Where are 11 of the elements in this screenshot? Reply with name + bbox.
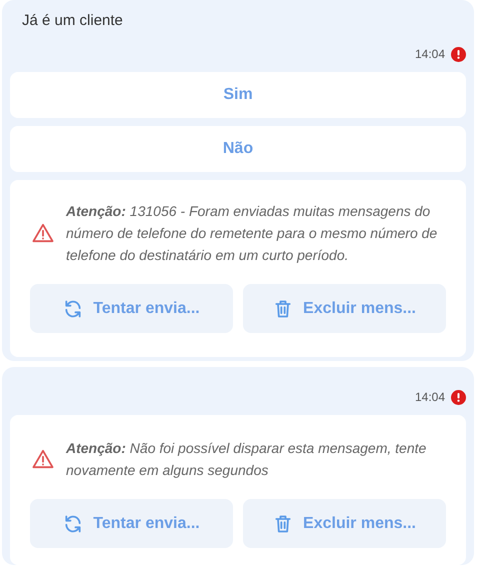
retry-button[interactable]: Tentar envia... — [30, 499, 233, 548]
message-time: 14:04 — [414, 46, 445, 63]
message-time: 14:04 — [414, 389, 445, 406]
option-button[interactable]: Sim — [10, 72, 466, 118]
alert-message: Atenção: Não foi possível disparar esta mensagem, tente novamente em alguns segundos — [66, 439, 428, 480]
delete-button[interactable]: Excluir mens... — [243, 284, 446, 333]
option-button[interactable]: Não — [10, 126, 466, 172]
delete-button[interactable]: Excluir mens... — [243, 499, 446, 548]
alert-message: Atenção: 131056 - Foram enviadas muitas mensagens do número de telefone do remetente para o mesmo número de telefone do destinatário em um curto período. — [66, 202, 438, 265]
retry-button[interactable]: Tentar envia... — [30, 284, 233, 333]
message-text: Já é um cliente — [21, 11, 124, 31]
